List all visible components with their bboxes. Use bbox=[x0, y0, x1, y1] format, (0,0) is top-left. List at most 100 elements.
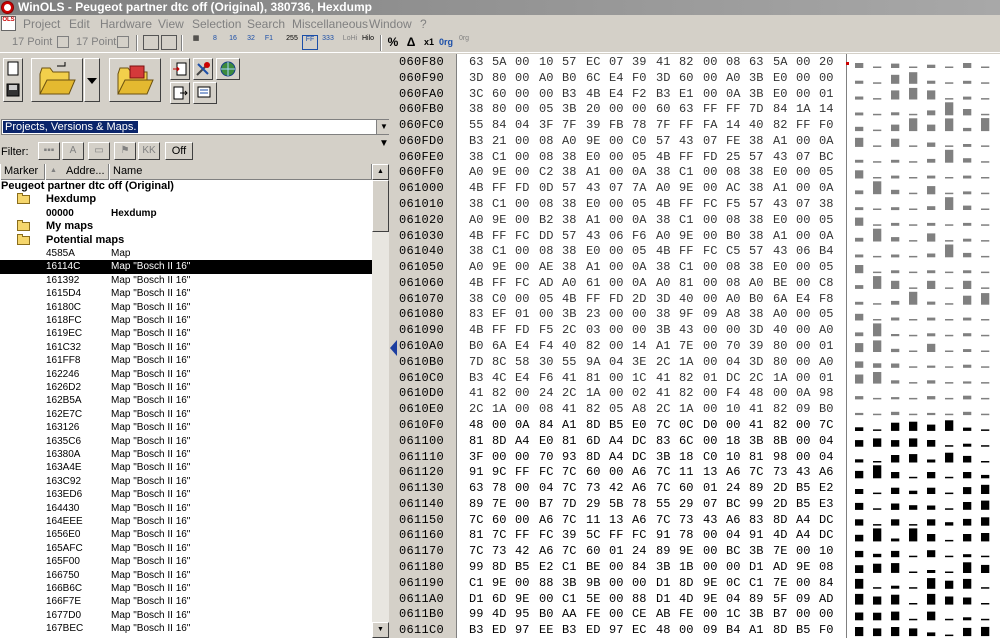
hex-byte[interactable]: 2C bbox=[749, 371, 763, 385]
hex-byte[interactable]: 38 bbox=[562, 213, 576, 227]
hex-byte[interactable]: F4 bbox=[726, 386, 740, 400]
decimal-333-button[interactable]: 333 bbox=[320, 35, 336, 50]
hex-byte[interactable]: 38 bbox=[749, 213, 763, 227]
hex-byte[interactable]: 05 bbox=[632, 150, 646, 164]
hex-byte[interactable]: 00 bbox=[726, 323, 740, 337]
hex-byte[interactable]: A4 bbox=[796, 528, 810, 542]
hex-byte[interactable]: 7E bbox=[773, 544, 787, 558]
hex-byte[interactable]: FA bbox=[703, 118, 717, 132]
hex-byte[interactable]: A1 bbox=[656, 339, 670, 353]
menu-hardware[interactable]: Hardware bbox=[100, 15, 152, 33]
hex-byte[interactable]: 1C bbox=[632, 371, 646, 385]
font-size-b-spinner[interactable] bbox=[117, 36, 129, 48]
hex-byte[interactable]: E2 bbox=[539, 560, 553, 574]
hex-byte[interactable]: 00 bbox=[515, 450, 529, 464]
project-folder-button[interactable] bbox=[109, 58, 161, 102]
hex-byte[interactable]: F0 bbox=[632, 71, 646, 85]
hex-byte[interactable]: 40 bbox=[773, 323, 787, 337]
hex-byte[interactable]: 2C bbox=[562, 323, 576, 337]
map-row[interactable]: 163126 Map "Bosch II 16" bbox=[0, 421, 372, 434]
hex-byte[interactable]: 24 bbox=[539, 386, 553, 400]
hex-byte[interactable]: 2D bbox=[773, 481, 787, 495]
hex-byte[interactable]: BC bbox=[726, 544, 740, 558]
hex-byte[interactable]: 7E bbox=[773, 576, 787, 590]
hex-byte[interactable]: A4 bbox=[609, 450, 623, 464]
hex-byte[interactable]: 83 bbox=[469, 307, 483, 321]
hex-byte[interactable]: 3B bbox=[749, 544, 763, 558]
hex-byte[interactable]: 81 bbox=[562, 434, 576, 448]
hex-byte[interactable]: ED bbox=[586, 623, 600, 637]
hex-byte[interactable]: 0A bbox=[726, 87, 740, 101]
hex-byte[interactable]: F6 bbox=[539, 371, 553, 385]
hex-byte[interactable]: FF bbox=[726, 102, 740, 116]
map-row[interactable]: 1619EC Map "Bosch II 16" bbox=[0, 327, 372, 340]
hex-byte[interactable]: 0A bbox=[632, 260, 646, 274]
hex-byte[interactable]: 4B bbox=[469, 276, 483, 290]
hex-byte[interactable]: C1 bbox=[562, 592, 576, 606]
hex-byte[interactable]: A1 bbox=[586, 213, 600, 227]
pane-splitter[interactable] bbox=[389, 54, 397, 638]
hex-byte[interactable]: C0 bbox=[632, 134, 646, 148]
hex-byte[interactable]: 00 bbox=[703, 339, 717, 353]
hex-byte[interactable]: B4 bbox=[819, 244, 833, 258]
hex-byte[interactable]: 38 bbox=[656, 260, 670, 274]
hex-byte[interactable]: AD bbox=[539, 276, 553, 290]
hex-byte[interactable]: FC bbox=[515, 276, 529, 290]
hex-byte[interactable]: 00 bbox=[492, 450, 506, 464]
hex-byte[interactable]: 81 bbox=[469, 528, 483, 542]
hex-byte[interactable]: 00 bbox=[632, 576, 646, 590]
hex-byte[interactable]: 63 bbox=[679, 102, 693, 116]
hex-byte[interactable]: 38 bbox=[749, 134, 763, 148]
hex-byte[interactable]: 39 bbox=[586, 118, 600, 132]
hex-byte[interactable]: 41 bbox=[656, 386, 670, 400]
hex-byte[interactable]: 00 bbox=[609, 150, 623, 164]
hex-byte[interactable]: B5 bbox=[609, 418, 623, 432]
hex-byte[interactable]: 42 bbox=[609, 481, 623, 495]
hex-byte[interactable]: 07 bbox=[703, 134, 717, 148]
hex-byte[interactable]: D1 bbox=[469, 592, 483, 606]
hex-byte[interactable]: 00 bbox=[703, 292, 717, 306]
hex-byte[interactable]: 00 bbox=[703, 607, 717, 621]
column-marker[interactable]: Marker bbox=[0, 164, 45, 180]
hex-byte[interactable]: 3B bbox=[562, 576, 576, 590]
hex-byte[interactable]: 00 bbox=[539, 307, 553, 321]
hex-byte[interactable]: 9E bbox=[492, 213, 506, 227]
hex-byte[interactable]: 3B bbox=[562, 102, 576, 116]
menu-search[interactable]: Search bbox=[247, 15, 285, 33]
hex-byte[interactable]: 04 bbox=[609, 355, 623, 369]
hex-byte[interactable]: 3D bbox=[656, 71, 670, 85]
hex-byte[interactable]: B0 bbox=[749, 292, 763, 306]
hex-byte[interactable]: B0 bbox=[469, 339, 483, 353]
hex-byte[interactable]: 00 bbox=[796, 276, 810, 290]
hex-byte[interactable]: C2 bbox=[539, 165, 553, 179]
hex-byte[interactable]: A1 bbox=[749, 623, 763, 637]
hex-byte[interactable]: 5E bbox=[586, 592, 600, 606]
hex-byte[interactable]: ED bbox=[492, 623, 506, 637]
hex-byte[interactable]: 60 bbox=[492, 87, 506, 101]
hex-byte[interactable]: 5F bbox=[773, 592, 787, 606]
hex-byte[interactable]: E0 bbox=[773, 71, 787, 85]
hex-byte[interactable]: 01 bbox=[703, 371, 717, 385]
hex-byte[interactable]: 8D bbox=[773, 623, 787, 637]
hex-byte[interactable]: 1A bbox=[492, 402, 506, 416]
hex-byte[interactable]: 43 bbox=[679, 323, 693, 337]
map-row[interactable]: 16180C Map "Bosch II 16" bbox=[0, 301, 372, 314]
hex-byte[interactable]: E4 bbox=[609, 71, 623, 85]
hex-byte[interactable]: DC bbox=[632, 434, 646, 448]
hex-byte[interactable]: 48 bbox=[749, 386, 763, 400]
hex-byte[interactable]: 18 bbox=[726, 434, 740, 448]
hex-byte[interactable]: 00 bbox=[515, 260, 529, 274]
hex-byte[interactable]: 00 bbox=[703, 260, 717, 274]
hex-byte[interactable]: 60 bbox=[679, 481, 693, 495]
map-row[interactable]: 167BEC Map "Bosch II 16" bbox=[0, 622, 372, 635]
map-row[interactable]: 161C32 Map "Bosch II 16" bbox=[0, 341, 372, 354]
hex-byte[interactable]: 0A bbox=[796, 386, 810, 400]
hex-byte[interactable]: 8D bbox=[773, 513, 787, 527]
hex-byte[interactable]: 00 bbox=[515, 497, 529, 511]
hex-byte[interactable]: FF bbox=[703, 102, 717, 116]
hex-byte[interactable]: A8 bbox=[632, 402, 646, 416]
hex-byte[interactable]: AC bbox=[726, 181, 740, 195]
hex-byte[interactable]: 00 bbox=[515, 481, 529, 495]
hex-byte[interactable]: 42 bbox=[515, 544, 529, 558]
hex-byte[interactable]: AA bbox=[562, 607, 576, 621]
